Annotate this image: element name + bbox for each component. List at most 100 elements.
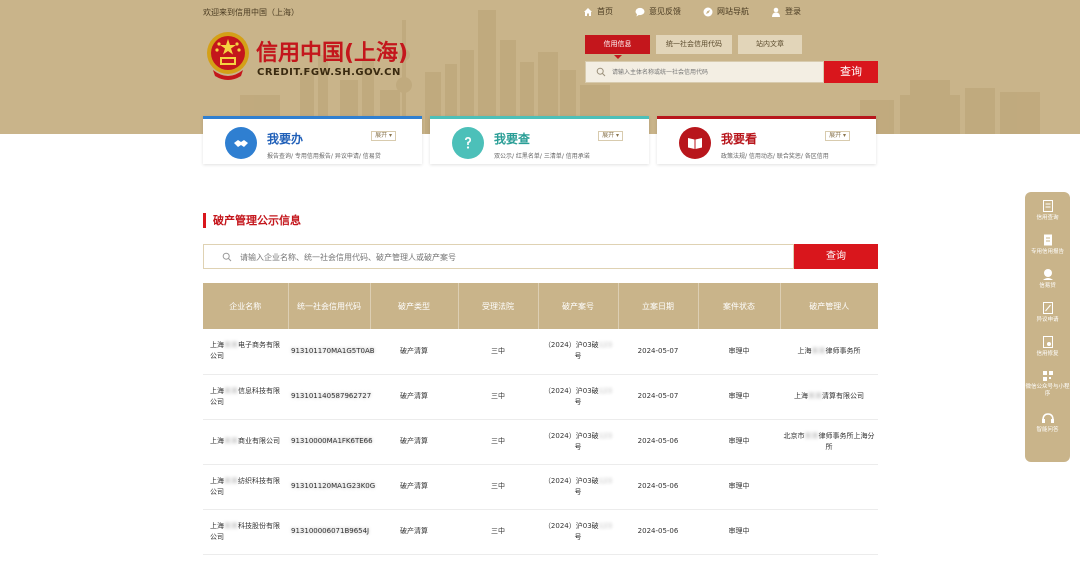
admin-suffix: 律师事务所上海分所	[818, 431, 875, 451]
float-label: 异议申请	[1036, 317, 1059, 323]
float-credit-repair[interactable]: 信用修复	[1025, 336, 1070, 370]
header-banner: 欢迎来到信用中国（上海） 首页 意见反馈 网站导航 登录 信用中国(上海) CR…	[0, 0, 1080, 134]
bankruptcy-table: 企业名称 统一社会信用代码 破产类型 受理法院 破产案号 立案日期 案件状态 破…	[203, 283, 878, 555]
search-icon	[222, 252, 232, 262]
top-nav: 首页 意见反馈 网站导航 登录	[583, 6, 801, 17]
card-i-want-to-read[interactable]: 我要看 政策法规/ 信用动态/ 联合奖惩/ 各区信用 展开 ▾	[657, 116, 876, 164]
cell-filing-date: 2024-05-06	[618, 419, 698, 465]
card-accent-bar	[430, 116, 649, 119]
card-i-want-to-search[interactable]: 我要查 双公示/ 红黑名单/ 三清单/ 信用承诺 展开 ▾	[430, 116, 649, 164]
expand-button[interactable]: 展开 ▾	[371, 131, 396, 141]
shanghai-skyline-illustration	[240, 10, 1040, 134]
float-credit-query[interactable]: 信用查询	[1025, 200, 1070, 234]
table-row[interactable]: 上海某某科技股份有限公司 913100006071B9654J 破产清算 三中 （202…	[203, 509, 878, 555]
col-header-administrator[interactable]: 破产管理人	[780, 283, 878, 329]
case-no-suffix: 号	[574, 487, 582, 496]
cell-status: 审理中	[698, 464, 780, 510]
table-row[interactable]: 上海某某信息科技有限公司 913101140587962727 破产清算 三中 （202…	[203, 374, 878, 420]
cell-credit-code: 91310000MA1FK6TE66	[288, 419, 373, 465]
float-objection[interactable]: 异议申请	[1025, 302, 1070, 336]
company-name-suffix: 商业有限公司	[238, 437, 280, 445]
cell-type: 破产清算	[370, 464, 458, 510]
col-header-case-no[interactable]: 破产案号	[538, 283, 619, 329]
nav-feedback[interactable]: 意见反馈	[635, 6, 681, 17]
cell-credit-code: 913100006071B9654J	[288, 509, 370, 555]
card-icon-circle	[225, 127, 257, 159]
cell-type: 破产清算	[370, 509, 458, 555]
cell-status: 审理中	[698, 419, 780, 465]
case-no-prefix: （2024）沪03破	[543, 386, 599, 395]
cell-status: 审理中	[698, 329, 780, 375]
qrcode-icon	[1042, 371, 1053, 381]
top-bar: 欢迎来到信用中国（上海） 首页 意见反馈 网站导航 登录	[203, 6, 803, 20]
col-header-type[interactable]: 破产类型	[370, 283, 459, 329]
national-emblem-logo[interactable]	[205, 30, 251, 82]
table-header-row: 企业名称 统一社会信用代码 破产类型 受理法院 破产案号 立案日期 案件状态 破…	[203, 283, 878, 329]
site-title: 信用中国(上海)	[256, 41, 409, 66]
cell-credit-code: 913101170MA1G5T0AB	[288, 329, 375, 375]
col-header-company[interactable]: 企业名称	[203, 283, 289, 329]
search-tabs: 信用信息 统一社会信用代码 站内文章	[585, 35, 802, 59]
card-title: 我要查	[494, 132, 531, 146]
float-wechat[interactable]: 微信公众号与小程序	[1025, 370, 1070, 412]
redacted-text: 某某	[224, 521, 238, 530]
float-label: 智能问答	[1036, 427, 1059, 433]
nav-login[interactable]: 登录	[771, 6, 801, 17]
bankruptcy-search-button[interactable]: 查询	[794, 244, 878, 269]
redacted-text: 某某	[224, 341, 238, 350]
col-header-status[interactable]: 案件状态	[698, 283, 781, 329]
redacted-text: 123	[598, 386, 613, 395]
cell-company[interactable]: 上海某某纺织科技有限公司	[203, 464, 288, 510]
table-row[interactable]: 上海某某商业有限公司 91310000MA1FK6TE66 破产清算 三中 （2024）…	[203, 419, 878, 465]
bankruptcy-search-input[interactable]	[240, 250, 780, 264]
case-no-prefix: （2024）沪03破	[543, 476, 599, 485]
redacted-text: 123	[598, 341, 613, 350]
table-row[interactable]: 上海某某纺织科技有限公司 913101120MA1G23K0G 破产清算 三中 （202…	[203, 464, 878, 510]
tab-credit-info[interactable]: 信用信息	[585, 35, 650, 59]
card-desc: 双公示/ 红黑名单/ 三清单/ 信用承诺	[494, 153, 590, 160]
redacted-text: 某某	[804, 431, 819, 440]
nav-home[interactable]: 首页	[583, 6, 613, 17]
nav-sitemap[interactable]: 网站导航	[703, 6, 749, 17]
float-loan[interactable]: 信易贷	[1025, 268, 1070, 302]
section-title: 破产管理公示信息	[203, 213, 301, 228]
nav-home-label: 首页	[597, 7, 613, 16]
col-header-credit-code[interactable]: 统一社会信用代码	[288, 283, 371, 329]
card-icon-circle	[452, 127, 484, 159]
expand-button[interactable]: 展开 ▾	[598, 131, 623, 141]
cell-company[interactable]: 上海某某科技股份有限公司	[203, 509, 288, 555]
float-credit-report[interactable]: 专用信用报告	[1025, 234, 1070, 268]
case-no-prefix: （2024）沪03破	[543, 341, 599, 350]
case-no-prefix: （2024）沪03破	[543, 431, 599, 440]
float-label: 微信公众号与小程序	[1025, 384, 1070, 397]
cell-company[interactable]: 上海某某电子商务有限公司	[203, 329, 288, 375]
float-label: 信易贷	[1039, 283, 1056, 289]
cell-filing-date: 2024-05-06	[618, 509, 698, 555]
expand-button[interactable]: 展开 ▾	[825, 131, 850, 141]
tab-social-credit-code[interactable]: 统一社会信用代码	[656, 35, 732, 54]
float-smart-qa[interactable]: 智能问答	[1025, 412, 1070, 446]
question-icon	[465, 137, 471, 149]
case-no-suffix: 号	[574, 397, 582, 406]
case-no-suffix: 号	[574, 532, 582, 541]
site-domain: CREDIT.FGW.SH.GOV.CN	[257, 67, 401, 78]
float-label: 专用信用报告	[1030, 249, 1064, 255]
search-icon	[596, 67, 606, 77]
case-no-suffix: 号	[574, 352, 582, 361]
cell-status: 审理中	[698, 509, 780, 555]
cell-credit-code: 913101120MA1G23K0G	[288, 464, 375, 510]
card-i-want-to-do[interactable]: 我要办 报告查询/ 专用信用报告/ 异议申请/ 信易贷 展开 ▾	[203, 116, 422, 164]
cell-company[interactable]: 上海某某信息科技有限公司	[203, 374, 288, 420]
cell-case-no: （2024）沪03破123 号	[538, 464, 618, 510]
top-search-button[interactable]: 查询	[824, 61, 878, 83]
tab-site-articles[interactable]: 站内文章	[738, 35, 802, 54]
redacted-text: 123	[598, 521, 613, 530]
top-search-input[interactable]	[612, 65, 817, 79]
card-title: 我要办	[267, 132, 304, 146]
table-row[interactable]: 上海某某电子商务有限公司 913101170MA1G5T0AB 破产清算 三中 （202…	[203, 329, 878, 375]
cell-company[interactable]: 上海某某商业有限公司	[203, 419, 288, 465]
handshake-icon	[234, 140, 248, 147]
credit-query-icon	[1042, 200, 1053, 212]
col-header-filing-date[interactable]: 立案日期	[618, 283, 699, 329]
col-header-court[interactable]: 受理法院	[458, 283, 539, 329]
